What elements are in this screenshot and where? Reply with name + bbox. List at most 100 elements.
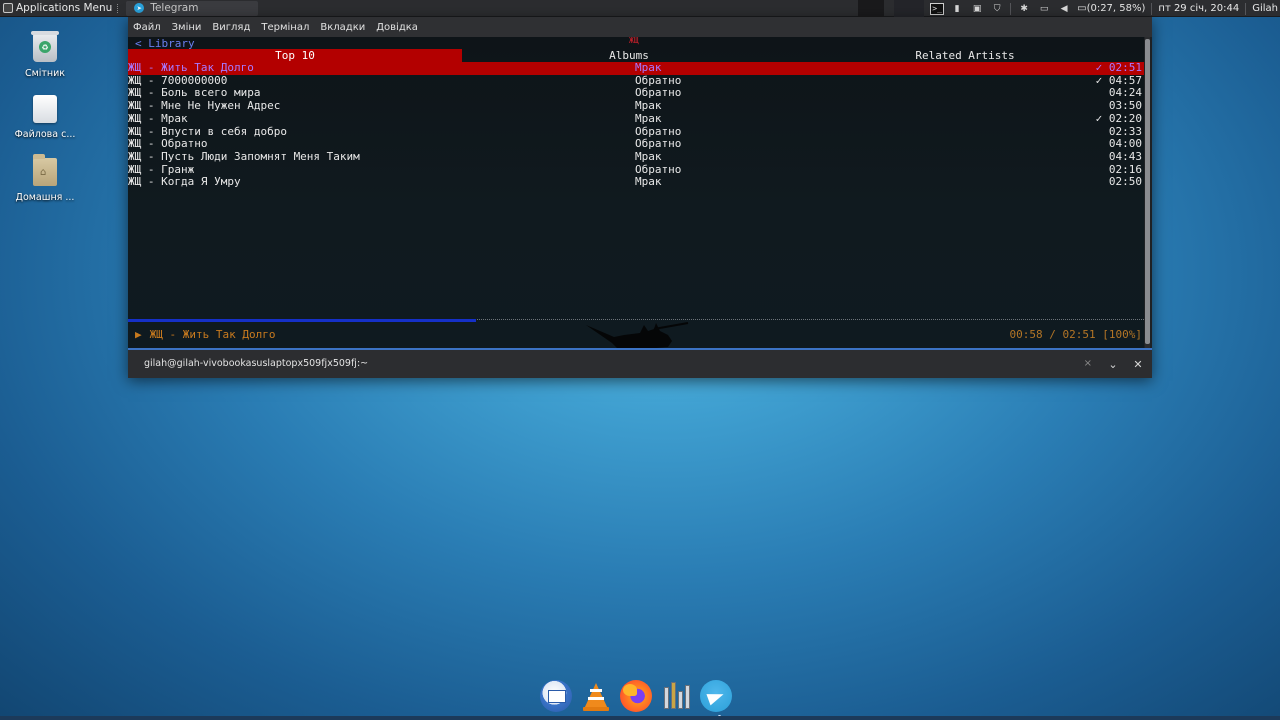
track-title: ЖЩ - Мне Не Нужен Адрес [128, 99, 281, 113]
menu-edit[interactable]: Зміни [172, 22, 202, 33]
now-playing-title: ЖЩ - Жить Так Долго [149, 328, 276, 341]
mail-client-icon[interactable] [540, 680, 572, 712]
track-album: Мрак [635, 149, 662, 163]
track-title: ЖЩ - Обратно [128, 137, 208, 151]
tab-related-artists[interactable]: Related Artists [796, 49, 1134, 62]
battery-indicator[interactable]: ▭(0:27, 58%) [1077, 3, 1145, 14]
terminal-scrollbar[interactable] [1145, 37, 1150, 348]
volume-icon[interactable]: ◀ [1057, 3, 1071, 15]
terminal-tab[interactable]: gilah@gilah-vivobookasuslaptopx509fjx509… [138, 350, 1098, 376]
tray-separator [1151, 2, 1153, 15]
menu-help[interactable]: Довідка [376, 22, 418, 33]
vlc-icon[interactable] [580, 680, 612, 712]
menu-tabs[interactable]: Вкладки [320, 22, 365, 33]
close-icon[interactable]: × [1084, 358, 1092, 369]
telegram-icon: ➤ [134, 3, 145, 13]
tab-albums[interactable]: Albums [462, 49, 796, 62]
track-album: Мрак [635, 175, 662, 189]
clipboard-icon[interactable]: ▣ [970, 3, 984, 15]
taskbar-button-telegram[interactable]: ➤ Telegram [126, 0, 259, 16]
signal-icon[interactable]: ▮ [950, 3, 964, 15]
firefox-icon[interactable] [620, 680, 652, 712]
check-spacer [1102, 163, 1109, 176]
duration-value: 03:50 [1108, 99, 1142, 113]
play-icon: ▶ [135, 328, 142, 341]
check-spacer [1102, 137, 1109, 150]
check-spacer [1102, 150, 1109, 163]
duration-value: 04:24 [1108, 86, 1142, 100]
desktop-icon-label: Файлова с... [14, 129, 76, 140]
track-album: Обратно [635, 137, 682, 151]
desktop-icon-label: Смітник [24, 68, 66, 79]
track-row[interactable]: ЖЩ - Когда Я Умру Мрак 02:50 [128, 175, 1144, 189]
user-menu[interactable]: Gilah [1252, 3, 1278, 14]
playback-progress-fill [128, 319, 477, 322]
duration-value: 02:51 [1108, 61, 1142, 74]
home-folder-icon: ⌂ [33, 154, 57, 186]
tray-separator [1010, 2, 1012, 15]
collapse-icon[interactable]: ⌄ [1105, 356, 1121, 372]
duration-value: 04:00 [1108, 137, 1142, 151]
panel-blank-area [894, 0, 925, 17]
track-album: Мрак [635, 61, 662, 74]
terminal-window: Файл Зміни Вигляд Термінал Вкладки Довід… [128, 17, 1152, 378]
duration-value: 02:20 [1108, 111, 1142, 125]
terminal-content[interactable]: < Library ЖЩ Top 10 Albums Related Artis… [128, 37, 1144, 348]
track-row[interactable]: ЖЩ - Мрак Мрак ✓ 02:20 [128, 111, 1144, 126]
cat-silhouette-image [586, 322, 689, 348]
network-icon[interactable]: ▭ [1037, 3, 1051, 15]
check-spacer [1102, 125, 1109, 138]
track-row[interactable]: ЖЩ - Обратно Обратно 04:00 [128, 137, 1144, 151]
duration-value: 02:50 [1108, 175, 1142, 189]
filesystem-icon [33, 95, 57, 123]
menu-view[interactable]: Вигляд [212, 22, 250, 33]
terminal-menubar: Файл Зміни Вигляд Термінал Вкладки Довід… [128, 17, 1152, 37]
tray-separator [1245, 2, 1247, 15]
trash-icon: ♻ [31, 31, 59, 62]
desktop-icon-filesystem[interactable]: Файлова с... [13, 95, 77, 140]
check-spacer [1102, 99, 1109, 112]
menu-file[interactable]: Файл [133, 22, 161, 33]
bluetooth-icon[interactable]: ✱ [1017, 3, 1031, 15]
track-title: ЖЩ - Пусть Люди Запомнят Меня Таким [128, 149, 360, 163]
desktop-icon-home[interactable]: ⌂ Домашня ... [13, 154, 77, 203]
preferences-icon[interactable]: ✕ [1130, 356, 1146, 372]
track-row[interactable]: ЖЩ - Пусть Люди Запомнят Меня Таким Мрак … [128, 149, 1144, 164]
taskbar-button-label: Telegram [150, 2, 199, 14]
duration-value: 02:16 [1108, 162, 1142, 176]
menu-terminal[interactable]: Термінал [261, 22, 309, 33]
battery-icon: ▭ [1077, 3, 1087, 14]
panel-blank-area [858, 0, 885, 17]
desktop-icon-label: Домашня ... [15, 192, 75, 203]
top-panel: Applications Menu ➤ Telegram >_ ▮ ▣ ⛉ ✱ … [0, 0, 1280, 17]
track-album: Мрак [635, 99, 662, 113]
now-playing: ▶ ЖЩ - Жить Так Долго [135, 328, 275, 341]
duration-value: 04:43 [1108, 149, 1142, 163]
bottom-panel-edge [0, 716, 1280, 720]
track-row[interactable]: ЖЩ - Мне Не Нужен Адрес Мрак 03:50 [128, 99, 1144, 113]
system-tray: >_ ▮ ▣ ⛉ ✱ ▭ ◀ ▭(0:27, 58%) пт 29 січ, 2… [858, 0, 1280, 17]
telegram-icon[interactable] [700, 680, 732, 712]
artist-name-mark: ЖЩ [629, 37, 639, 45]
clock[interactable]: пт 29 січ, 20:44 [1158, 3, 1239, 14]
check-spacer [1102, 112, 1109, 125]
scrollbar-thumb[interactable] [1145, 39, 1150, 344]
system-tool-icon[interactable] [660, 680, 692, 712]
track-row[interactable]: ЖЩ - Жить Так Долго Мрак ✓ 02:51 [128, 61, 1144, 75]
check-spacer [1102, 175, 1109, 188]
terminal-tab-title: gilah@gilah-vivobookasuslaptopx509fjx509… [144, 357, 369, 369]
terminal-tab-bar: gilah@gilah-vivobookasuslaptopx509fjx509… [128, 348, 1152, 378]
applications-menu-label: Applications Menu [16, 2, 113, 14]
applications-menu-button[interactable]: Applications Menu [0, 0, 122, 17]
dock [540, 678, 732, 714]
track-duration: 02:50 [1102, 175, 1142, 189]
desktop-icon-trash[interactable]: ♻ Смітник [13, 31, 77, 79]
track-title: ЖЩ - Мрак [128, 111, 188, 125]
playback-time: 00:58 / 02:51 [100%] [1009, 328, 1142, 341]
track-title: ЖЩ - Когда Я Умру [128, 175, 241, 189]
check-spacer [1102, 74, 1109, 87]
terminal-icon[interactable]: >_ [930, 2, 945, 15]
check-spacer [1102, 86, 1109, 99]
battery-status: (0:27, 58%) [1086, 3, 1146, 14]
shield-icon[interactable]: ⛉ [990, 3, 1004, 15]
